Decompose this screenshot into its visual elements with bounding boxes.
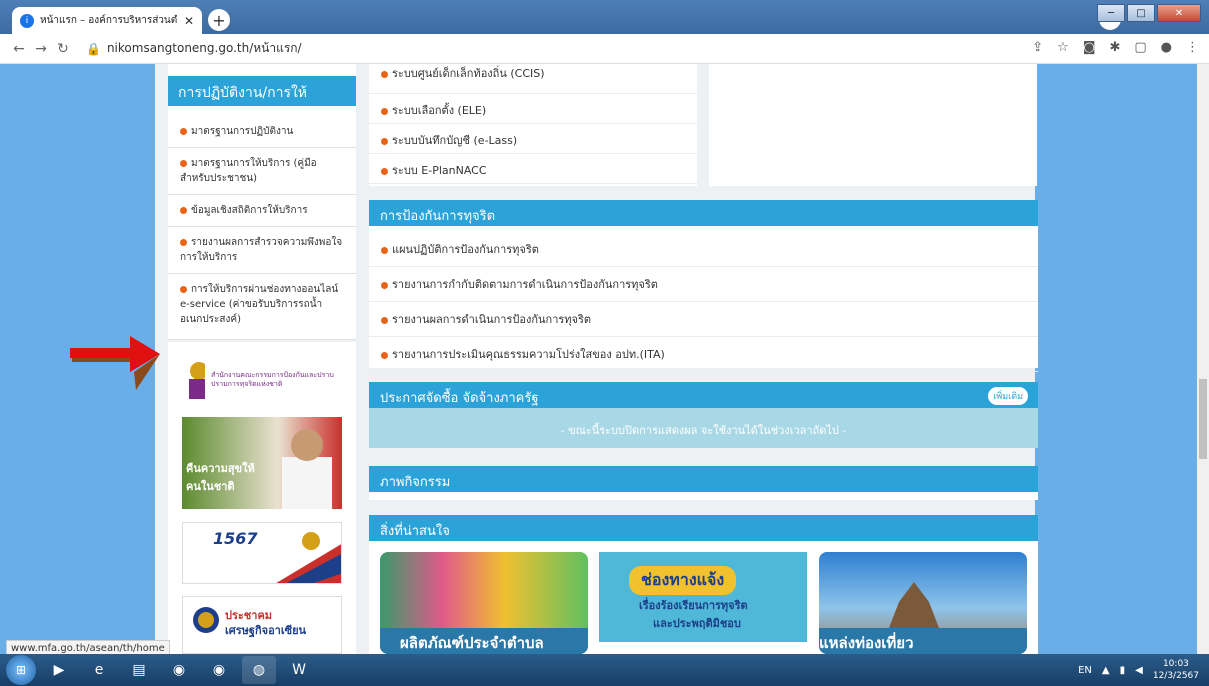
asean-logo-icon: [193, 607, 219, 633]
bullet-icon: [180, 127, 187, 135]
procurement-notice: - ขณะนี้ระบบปิดการแสดงผล จะใช้งานได้ในช่…: [369, 408, 1038, 448]
procurement-title: ประกาศจัดซื้อ จัดจ้างภาครัฐ เพิ่มเติม: [369, 382, 1038, 408]
bullet-icon: [381, 137, 388, 145]
activities-panel: ภาพกิจกรรม: [369, 466, 1038, 500]
anti-corruption-link[interactable]: รายงานผลการดำเนินการป้องกันการทุจริต: [369, 302, 1038, 337]
complaint-card[interactable]: ช่องทางแจ้ง เรื่องร้องเรียนการทุจริต และ…: [599, 552, 807, 642]
thai-flag-icon: [276, 532, 341, 583]
procurement-panel: ประกาศจัดซื้อ จัดจ้างภาครัฐ เพิ่มเติม - …: [369, 382, 1038, 448]
system-tray: EN ▲ ▮ ◀ 10:03 12/3/2567: [1078, 658, 1199, 682]
media-player-icon[interactable]: ▶: [42, 656, 76, 684]
site-favicon-icon: i: [20, 13, 34, 28]
address-toolbar: ← → ↻ 🔒 nikomsangtoneng.go.th/หน้าแรก/ ⇪…: [0, 34, 1209, 64]
system-link[interactable]: ระบบศูนย์เด็กเล็กท้องถิ่น (CCIS): [369, 64, 697, 94]
word-icon[interactable]: W: [282, 656, 316, 684]
interesting-title: สิ่งที่น่าสนใจ: [369, 515, 1038, 541]
systems-list: ระบบศูนย์เด็กเล็กท้องถิ่น (CCIS) ระบบเลื…: [369, 64, 697, 186]
tourism-card[interactable]: แหล่งท่องเที่ยว: [819, 552, 1027, 654]
anti-corruption-title: การป้องกันการทุจริต: [369, 200, 1038, 226]
share-icon[interactable]: ⇪: [1032, 40, 1043, 55]
anti-corruption-panel: การป้องกันการทุจริต แผนปฏิบัติการป้องกัน…: [369, 200, 1038, 372]
url-text: nikomsangtoneng.go.th/หน้าแรก/: [106, 41, 302, 55]
service-menu-item[interactable]: มาตรฐานการให้บริการ (คู่มือสำหรับประชาชน…: [168, 148, 356, 195]
lock-icon: 🔒: [86, 41, 101, 56]
right-panel: [709, 64, 1037, 186]
bullet-icon: [381, 167, 388, 175]
bullet-icon: [180, 285, 187, 293]
system-link[interactable]: ระบบบันทึกบัญชี (e-Lass): [369, 124, 697, 154]
service-menu-item[interactable]: รายงานผลการสำรวจความพึงพอใจการให้บริการ: [168, 227, 356, 274]
minimize-button[interactable]: ─: [1097, 4, 1125, 22]
extensions-icon[interactable]: ✱: [1109, 40, 1120, 55]
file-explorer-icon[interactable]: ▤: [122, 656, 156, 684]
service-menu-title: การปฏิบัติงาน/การให้บริการ: [168, 76, 356, 123]
service-menu-item[interactable]: ข้อมูลเชิงสถิติการให้บริการ: [168, 195, 356, 227]
forward-icon[interactable]: →: [30, 41, 52, 57]
tray-arrow-icon[interactable]: ▲: [1102, 665, 1110, 676]
bullet-icon: [180, 238, 187, 246]
service-menu-item-eservice[interactable]: การให้บริการผ่านช่องทางออนไลน์ e-service…: [168, 274, 356, 340]
volume-icon[interactable]: ◀: [1135, 665, 1143, 676]
banner-column: สำนักงานคณะกรรมการป้องกันและปราบปรามการท…: [168, 342, 356, 654]
firefox-icon-2[interactable]: ◉: [202, 656, 236, 684]
tourism-card-label: แหล่งท่องเที่ยว: [819, 628, 1027, 654]
product-card-label: ผลิตภัณฑ์ประจำตำบล: [380, 628, 588, 654]
bullet-icon: [381, 107, 388, 115]
menu-icon[interactable]: ⋮: [1186, 40, 1199, 55]
pm-banner[interactable]: คืนความสุขให้คนในชาติ: [182, 417, 342, 509]
browser-tab[interactable]: i หน้าแรก – องค์การบริหารส่วนตำบล ✕: [12, 7, 202, 34]
camera-icon[interactable]: ◙: [1083, 40, 1096, 55]
bullet-icon: [381, 351, 388, 359]
anti-corruption-link[interactable]: รายงานการกำกับติดตามการดำเนินการป้องกันก…: [369, 267, 1038, 302]
bullet-icon: [180, 159, 187, 167]
tab-title: หน้าแรก – องค์การบริหารส่วนตำบล: [40, 15, 178, 26]
more-button[interactable]: เพิ่มเติม: [988, 387, 1028, 405]
service-menu: การปฏิบัติงาน/การให้บริการ มาตรฐานการปฏิ…: [168, 64, 356, 340]
bullet-icon: [381, 281, 388, 289]
sidepanel-icon[interactable]: ▢: [1134, 40, 1146, 55]
page-scrollbar[interactable]: [1197, 64, 1209, 654]
nacc-logo-icon: [189, 362, 205, 399]
bullet-icon: [381, 70, 388, 78]
anti-corruption-link[interactable]: แผนปฏิบัติการป้องกันการทุจริต: [369, 232, 1038, 267]
scrollbar-thumb[interactable]: [1199, 379, 1207, 459]
new-tab-button[interactable]: +: [208, 9, 230, 31]
product-card[interactable]: ผลิตภัณฑ์ประจำตำบล: [380, 552, 588, 654]
close-tab-icon[interactable]: ✕: [184, 14, 194, 28]
firefox-icon[interactable]: ◉: [162, 656, 196, 684]
back-icon[interactable]: ←: [8, 41, 30, 57]
language-indicator[interactable]: EN: [1078, 665, 1092, 676]
profile-icon[interactable]: ●: [1161, 40, 1172, 55]
bullet-icon: [381, 246, 388, 254]
system-link[interactable]: ระบบ E-PlanNACC: [369, 154, 697, 184]
interesting-cards: ผลิตภัณฑ์ประจำตำบล ช่องทางแจ้ง เรื่องร้อ…: [380, 552, 1030, 654]
network-icon[interactable]: ▮: [1120, 665, 1126, 676]
chrome-icon[interactable]: ◍: [242, 656, 276, 684]
reload-icon[interactable]: ↻: [52, 41, 74, 57]
bookmark-star-icon[interactable]: ☆: [1057, 40, 1069, 55]
hotline-banner[interactable]: 1567: [182, 522, 342, 584]
red-arrow-icon: [70, 336, 160, 390]
close-window-button[interactable]: ✕: [1157, 4, 1201, 22]
nacc-banner[interactable]: สำนักงานคณะกรรมการป้องกันและปราบปรามการท…: [182, 356, 342, 404]
clock[interactable]: 10:03 12/3/2567: [1153, 658, 1199, 682]
maximize-button[interactable]: □: [1127, 4, 1155, 22]
system-link[interactable]: ระบบเลือกตั้ง (ELE): [369, 94, 697, 124]
asean-banner[interactable]: ประชาคม เศรษฐกิจอาเซียน: [182, 596, 342, 654]
windows-taskbar: ⊞ ▶ e ▤ ◉ ◉ ◍ W EN ▲ ▮ ◀ 10:03 12/3/2567: [0, 654, 1209, 686]
web-page: การปฏิบัติงาน/การให้บริการ มาตรฐานการปฏิ…: [0, 64, 1209, 654]
bullet-icon: [381, 316, 388, 324]
activities-title: ภาพกิจกรรม: [369, 466, 1038, 492]
browser-tabbar: i หน้าแรก – องค์การบริหารส่วนตำบล ✕ + ⌄ …: [0, 0, 1209, 34]
address-bar[interactable]: 🔒 nikomsangtoneng.go.th/หน้าแรก/: [86, 39, 302, 58]
bullet-icon: [180, 206, 187, 214]
anti-corruption-link[interactable]: รายงานการประเมินคุณธรรมความโปร่งใสของ อป…: [369, 337, 1038, 372]
start-button[interactable]: ⊞: [6, 655, 36, 685]
internet-explorer-icon[interactable]: e: [82, 656, 116, 684]
